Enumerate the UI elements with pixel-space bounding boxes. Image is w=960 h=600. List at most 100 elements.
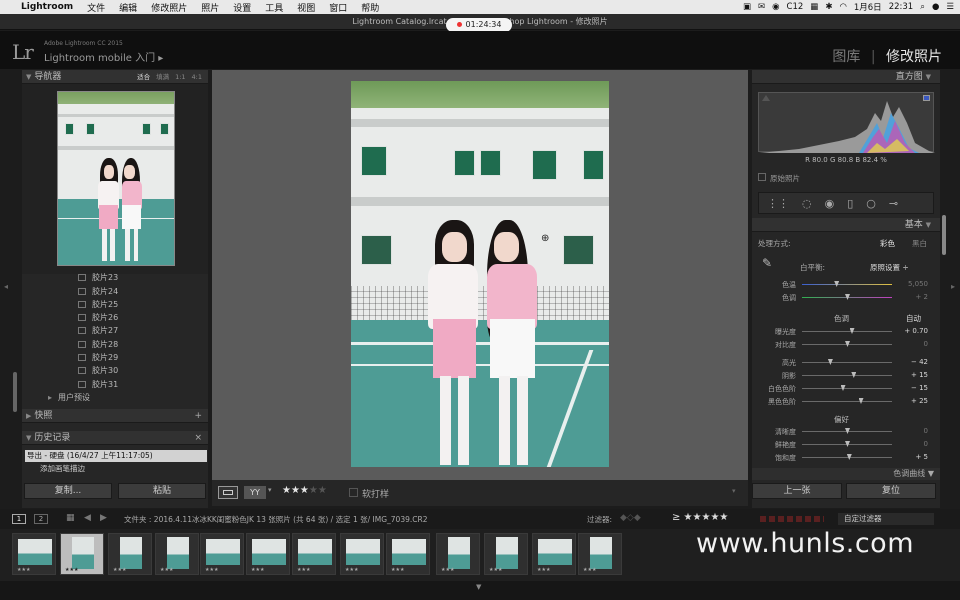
histogram[interactable]: [758, 92, 935, 153]
preset-item[interactable]: 胶片24: [78, 286, 118, 297]
left-scrollbar[interactable]: [13, 372, 17, 412]
rating-stars[interactable]: ★★★★★: [282, 485, 327, 496]
slider-5[interactable]: 阴影 + 15: [752, 370, 940, 381]
left-collapse-icon[interactable]: ◂: [4, 282, 8, 291]
filmstrip-thumbnail[interactable]: ★★★: [484, 533, 528, 575]
slider-4[interactable]: 高光 − 42: [752, 357, 940, 368]
menu-view[interactable]: 视图: [290, 1, 322, 14]
snapshots-header[interactable]: ▶ 快照 +: [22, 409, 208, 423]
menu-settings[interactable]: 设置: [226, 1, 258, 14]
histogram-header[interactable]: 直方图 ▼: [752, 70, 940, 84]
filmstrip-thumbnail[interactable]: ★★★: [436, 533, 480, 575]
highlight-clipping-icon[interactable]: [923, 95, 930, 101]
slider-8[interactable]: 清晰度 0: [752, 426, 940, 437]
soft-proof-checkbox[interactable]: [349, 488, 358, 497]
zoom-1-1[interactable]: 1:1: [175, 70, 185, 84]
preset-item[interactable]: 胶片29: [78, 352, 118, 363]
preset-item[interactable]: 胶片30: [78, 365, 118, 376]
slider-track[interactable]: [802, 331, 892, 332]
preset-item[interactable]: 胶片31: [78, 379, 118, 390]
wb-eyedropper-icon[interactable]: ✎: [762, 256, 772, 270]
add-snapshot-button[interactable]: +: [194, 409, 208, 423]
clear-history-button[interactable]: ×: [194, 431, 208, 445]
treatment-color[interactable]: 彩色: [880, 238, 895, 249]
crop-tool-icon[interactable]: ⋮⋮: [767, 197, 789, 210]
shadow-clipping-icon[interactable]: [762, 95, 770, 101]
history-header[interactable]: ▼ 历史记录 ×: [22, 431, 208, 445]
collapse-filmstrip-icon[interactable]: ▼: [476, 583, 481, 591]
slider-value[interactable]: + 0.70: [904, 327, 928, 335]
slider-track[interactable]: [802, 457, 892, 458]
slider-1[interactable]: 色调 + 2: [752, 292, 940, 303]
treatment-bw[interactable]: 黑白: [912, 238, 927, 249]
spot-removal-icon[interactable]: ◌: [802, 197, 812, 210]
monitor-2-button[interactable]: 2: [34, 514, 48, 524]
zoom-fill[interactable]: 填满: [156, 70, 169, 84]
right-scrollbar[interactable]: [942, 215, 946, 255]
search-icon[interactable]: ⌕: [920, 2, 925, 12]
auto-tone-button[interactable]: 自动: [906, 313, 921, 324]
slider-value[interactable]: 0: [924, 427, 928, 435]
copy-settings-button[interactable]: 复制...: [24, 483, 112, 499]
slider-10[interactable]: 饱和度 + 5: [752, 452, 940, 463]
back-arrow-icon[interactable]: ◀: [84, 513, 91, 523]
previous-button[interactable]: 上一张: [752, 483, 842, 499]
custom-filter-select[interactable]: 自定过滤器: [838, 513, 934, 525]
menu-develop[interactable]: 修改照片: [144, 1, 194, 14]
filmstrip-thumbnail[interactable]: ★★★: [155, 533, 199, 575]
before-after-dropdown-icon[interactable]: ▾: [268, 486, 272, 494]
slider-2[interactable]: 曝光度 + 0.70: [752, 326, 940, 337]
recording-timer[interactable]: 01:24:34: [446, 18, 512, 32]
menu-app[interactable]: Lightroom: [14, 2, 80, 12]
filmstrip-thumbnail[interactable]: ★★★: [578, 533, 622, 575]
menubar-extra[interactable]: C12: [787, 2, 804, 12]
preset-item[interactable]: 胶片28: [78, 339, 118, 350]
filmstrip-thumbnail[interactable]: ★★★: [386, 533, 430, 575]
slider-track[interactable]: [802, 375, 892, 376]
wechat-icon[interactable]: ✉: [758, 2, 765, 12]
adjustment-brush-icon[interactable]: ⊸: [889, 197, 898, 210]
menu-tools[interactable]: 工具: [258, 1, 290, 14]
slider-value[interactable]: + 5: [915, 453, 928, 461]
slider-value[interactable]: + 15: [911, 371, 928, 379]
history-item-selected[interactable]: 导出 - 硬盘 (16/4/27 上午11:17:05): [25, 450, 207, 462]
menu-edit[interactable]: 编辑: [112, 1, 144, 14]
preset-folder-user[interactable]: ▸ 用户预设: [48, 392, 90, 403]
forward-arrow-icon[interactable]: ▶: [100, 513, 107, 523]
original-photo-checkbox[interactable]: [758, 173, 766, 181]
slider-6[interactable]: 白色色阶 − 15: [752, 383, 940, 394]
history-item[interactable]: 添加画笔描边: [25, 463, 207, 475]
slider-7[interactable]: 黑色色阶 + 25: [752, 396, 940, 407]
main-photo[interactable]: ⊕: [351, 81, 609, 467]
slider-track[interactable]: [802, 388, 892, 389]
wifi-icon[interactable]: ◠: [839, 2, 846, 12]
menu-window[interactable]: 窗口: [322, 1, 354, 14]
slider-track[interactable]: [802, 284, 892, 285]
screen-icon[interactable]: ▣: [743, 2, 751, 12]
menu-file[interactable]: 文件: [80, 1, 112, 14]
filmstrip-thumbnail[interactable]: ★★★: [340, 533, 384, 575]
graduated-filter-icon[interactable]: ▯: [847, 197, 853, 210]
filmstrip-path[interactable]: 文件夹 : 2016.4.11冰冰KK闺蜜粉色JK 13 张照片 (共 64 张…: [124, 514, 427, 525]
slider-value[interactable]: 0: [924, 440, 928, 448]
paste-settings-button[interactable]: 粘贴: [118, 483, 206, 499]
preset-item[interactable]: 胶片25: [78, 299, 118, 310]
slider-value[interactable]: 5,050: [908, 280, 928, 288]
right-collapse-icon[interactable]: ▸: [951, 282, 955, 291]
navigator-header[interactable]: ▼ 导航器 适合 填满 1:1 4:1: [22, 70, 208, 84]
filmstrip-thumbnail[interactable]: ★★★: [60, 533, 104, 575]
slider-track[interactable]: [802, 362, 892, 363]
radial-filter-icon[interactable]: ○: [866, 197, 876, 210]
slider-value[interactable]: 0: [924, 340, 928, 348]
clock-text[interactable]: 22:31: [889, 2, 914, 12]
preset-item[interactable]: 胶片23: [78, 272, 118, 283]
slider-value[interactable]: − 42: [911, 358, 928, 366]
mobile-link[interactable]: Lightroom mobile 入门 ▸: [44, 49, 163, 64]
filmstrip-thumbnail[interactable]: ★★★: [532, 533, 576, 575]
sync-icon[interactable]: ◉: [772, 2, 779, 12]
tone-curve-header[interactable]: 色调曲线 ▼: [752, 468, 940, 480]
slider-3[interactable]: 对比度 0: [752, 339, 940, 350]
filmstrip-thumbnail[interactable]: ★★★: [108, 533, 152, 575]
bluetooth-icon[interactable]: ✱: [825, 2, 832, 12]
grid-icon[interactable]: ▦: [810, 2, 818, 12]
